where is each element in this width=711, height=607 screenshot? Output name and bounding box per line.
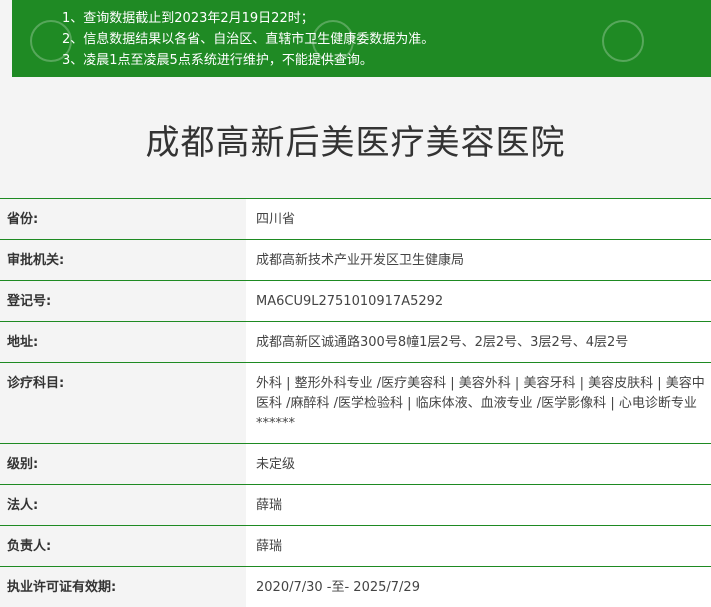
table-row: 执业许可证有效期: 2020/7/30 -至- 2025/7/29	[0, 567, 711, 607]
table-row: 地址: 成都高新区诚通路300号8幢1层2号、2层2号、3层2号、4层2号	[0, 322, 711, 363]
row-value: 未定级	[246, 444, 711, 484]
row-label: 执业许可证有效期:	[0, 567, 246, 607]
row-label: 诊疗科目:	[0, 363, 246, 443]
table-row: 省份: 四川省	[0, 199, 711, 240]
row-value: 薛瑞	[246, 526, 711, 566]
row-value: 薛瑞	[246, 485, 711, 525]
table-row: 法人: 薛瑞	[0, 485, 711, 526]
row-label: 审批机关:	[0, 240, 246, 280]
row-value: MA6CU9L2751010917A5292	[246, 281, 711, 321]
watermark-icon	[602, 20, 644, 62]
row-label: 负责人:	[0, 526, 246, 566]
table-row: 负责人: 薛瑞	[0, 526, 711, 567]
table-row: 登记号: MA6CU9L2751010917A5292	[0, 281, 711, 322]
row-value: 成都高新区诚通路300号8幢1层2号、2层2号、3层2号、4层2号	[246, 322, 711, 362]
row-label: 级别:	[0, 444, 246, 484]
details-table: 省份: 四川省 审批机关: 成都高新技术产业开发区卫生健康局 登记号: MA6C…	[0, 198, 711, 607]
row-label: 省份:	[0, 199, 246, 239]
row-value: 外科 | 整形外科专业 /医疗美容科 | 美容外科 | 美容牙科 | 美容皮肤科…	[246, 363, 711, 443]
row-label: 登记号:	[0, 281, 246, 321]
row-label: 地址:	[0, 322, 246, 362]
watermark-icon	[30, 20, 72, 62]
row-value: 成都高新技术产业开发区卫生健康局	[246, 240, 711, 280]
page-title: 成都高新后美医疗美容医院	[145, 123, 566, 163]
row-value: 2020/7/30 -至- 2025/7/29	[246, 567, 711, 607]
row-value: 四川省	[246, 199, 711, 239]
table-row: 审批机关: 成都高新技术产业开发区卫生健康局	[0, 240, 711, 281]
table-row: 诊疗科目: 外科 | 整形外科专业 /医疗美容科 | 美容外科 | 美容牙科 |…	[0, 363, 711, 444]
table-row: 级别: 未定级	[0, 444, 711, 485]
watermark-icon	[312, 20, 354, 62]
notice-banner: 1、查询数据截止到2023年2月19日22时； 2、信息数据结果以各省、自治区、…	[12, 0, 711, 77]
row-label: 法人:	[0, 485, 246, 525]
